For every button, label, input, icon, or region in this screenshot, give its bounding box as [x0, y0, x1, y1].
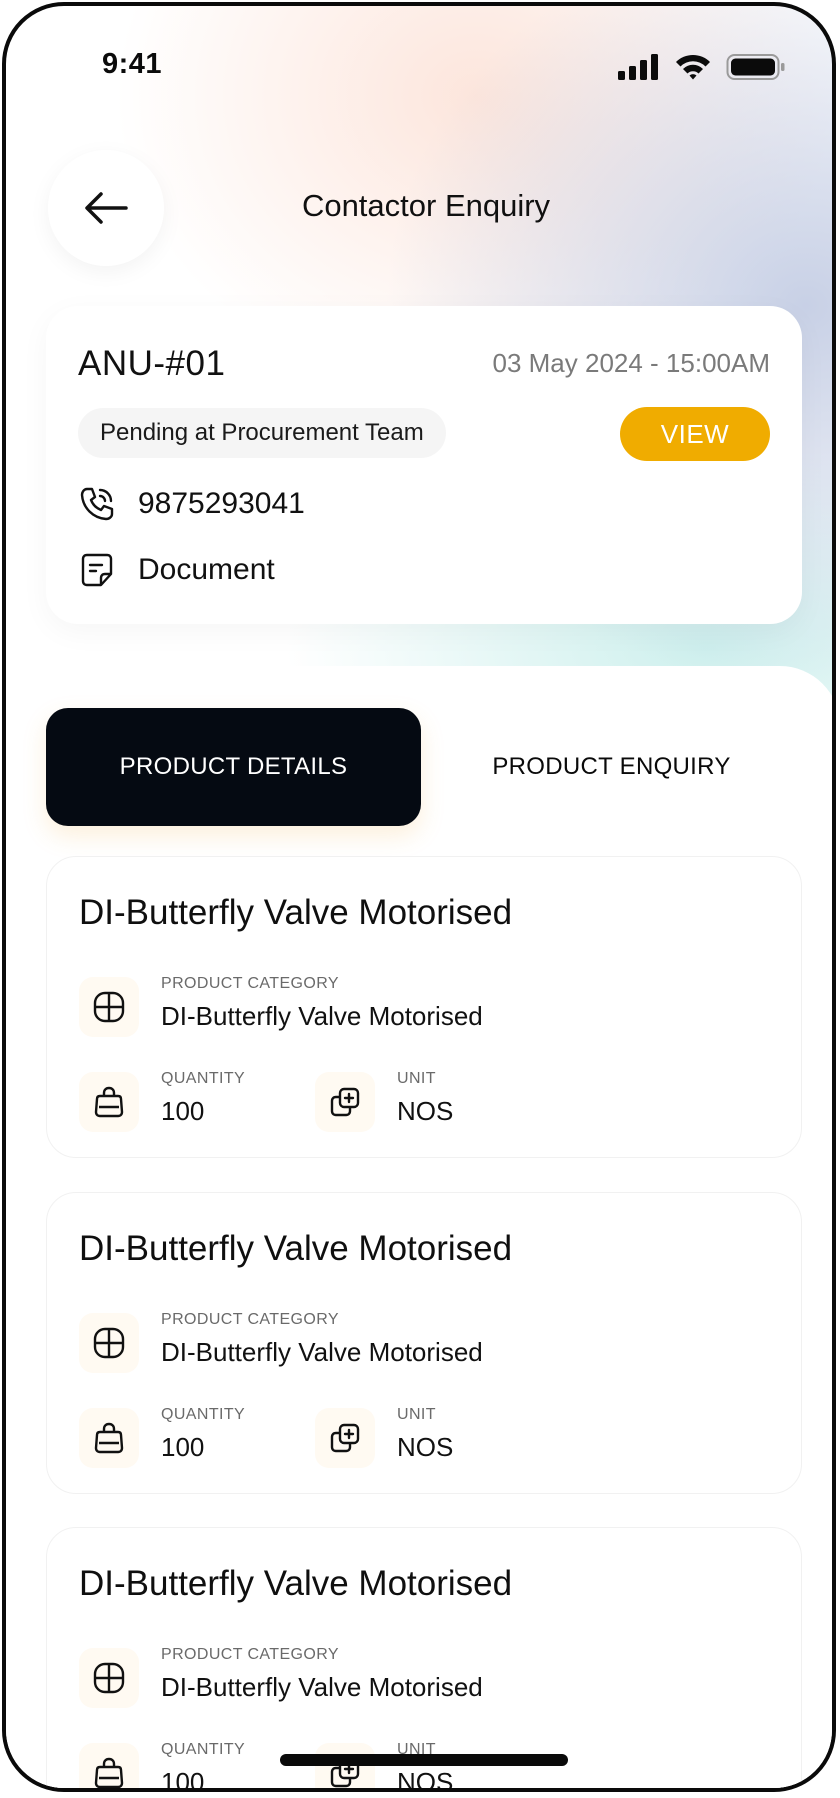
status-bar: 9:41: [6, 6, 832, 116]
view-button[interactable]: VIEW: [620, 407, 770, 461]
quantity-value: 100: [161, 1096, 205, 1126]
category-label: PRODUCT CATEGORY: [161, 1646, 339, 1663]
phone-icon: [78, 485, 116, 523]
grid-icon: [79, 1313, 139, 1373]
unit-value: NOS: [397, 1096, 454, 1126]
unit-label: UNIT: [397, 1406, 436, 1423]
phone-row[interactable]: 9875293041: [78, 484, 305, 524]
home-indicator[interactable]: [280, 1754, 568, 1766]
battery-icon: [726, 54, 785, 80]
bag-icon: [79, 1072, 139, 1132]
copy-plus-icon: [315, 1408, 375, 1468]
product-title: DI-Butterfly Valve Motorised: [79, 1564, 513, 1603]
tab-bar: PRODUCT DETAILS PRODUCT ENQUIRY: [46, 708, 802, 826]
enquiry-id: ANU-#01: [78, 344, 226, 383]
unit-value: NOS: [397, 1767, 454, 1792]
enquiry-summary-card: ANU-#01 03 May 2024 - 15:00AM Pending at…: [46, 306, 802, 624]
category-value: DI-Butterfly Valve Motorised: [161, 1672, 483, 1702]
phone-number: 9875293041: [138, 487, 305, 520]
quantity-label: QUANTITY: [161, 1070, 246, 1087]
unit-label: UNIT: [397, 1070, 436, 1087]
signal-icon: [618, 54, 658, 80]
unit-value: NOS: [397, 1432, 454, 1462]
quantity-value: 100: [161, 1767, 205, 1792]
tab-product-details[interactable]: PRODUCT DETAILS: [46, 708, 421, 826]
bag-icon: [79, 1408, 139, 1468]
tab-product-enquiry[interactable]: PRODUCT ENQUIRY: [421, 708, 802, 826]
status-badge: Pending at Procurement Team: [78, 408, 446, 458]
category-value: DI-Butterfly Valve Motorised: [161, 1337, 483, 1367]
product-card[interactable]: DI-Butterfly Valve Motorised PRODUCT CAT…: [46, 856, 802, 1158]
category-label: PRODUCT CATEGORY: [161, 975, 339, 992]
copy-plus-icon: [315, 1072, 375, 1132]
status-time: 9:41: [102, 48, 163, 80]
copy-plus-icon: [315, 1743, 375, 1788]
document-row[interactable]: Document: [78, 550, 275, 590]
document-link: Document: [138, 553, 275, 586]
quantity-label: QUANTITY: [161, 1741, 246, 1758]
enquiry-datetime: 03 May 2024 - 15:00AM: [492, 348, 771, 378]
quantity-label: QUANTITY: [161, 1406, 246, 1423]
product-card[interactable]: DI-Butterfly Valve Motorised PRODUCT CAT…: [46, 1192, 802, 1494]
grid-icon: [79, 977, 139, 1037]
product-title: DI-Butterfly Valve Motorised: [79, 1229, 513, 1268]
back-button[interactable]: [48, 150, 164, 266]
arrow-left-icon: [85, 192, 128, 224]
document-icon: [78, 551, 116, 589]
category-value: DI-Butterfly Valve Motorised: [161, 1001, 483, 1031]
product-card[interactable]: DI-Butterfly Valve Motorised PRODUCT CAT…: [46, 1527, 802, 1792]
page-title: Contactor Enquiry: [301, 188, 551, 223]
wifi-icon: [676, 54, 710, 80]
quantity-value: 100: [161, 1432, 205, 1462]
grid-icon: [79, 1648, 139, 1708]
category-label: PRODUCT CATEGORY: [161, 1311, 339, 1328]
phone-screen: 9:41 Contactor Enquiry ANU-#01 03 May 20…: [2, 2, 836, 1792]
bag-icon: [79, 1743, 139, 1788]
product-title: DI-Butterfly Valve Motorised: [79, 893, 513, 932]
